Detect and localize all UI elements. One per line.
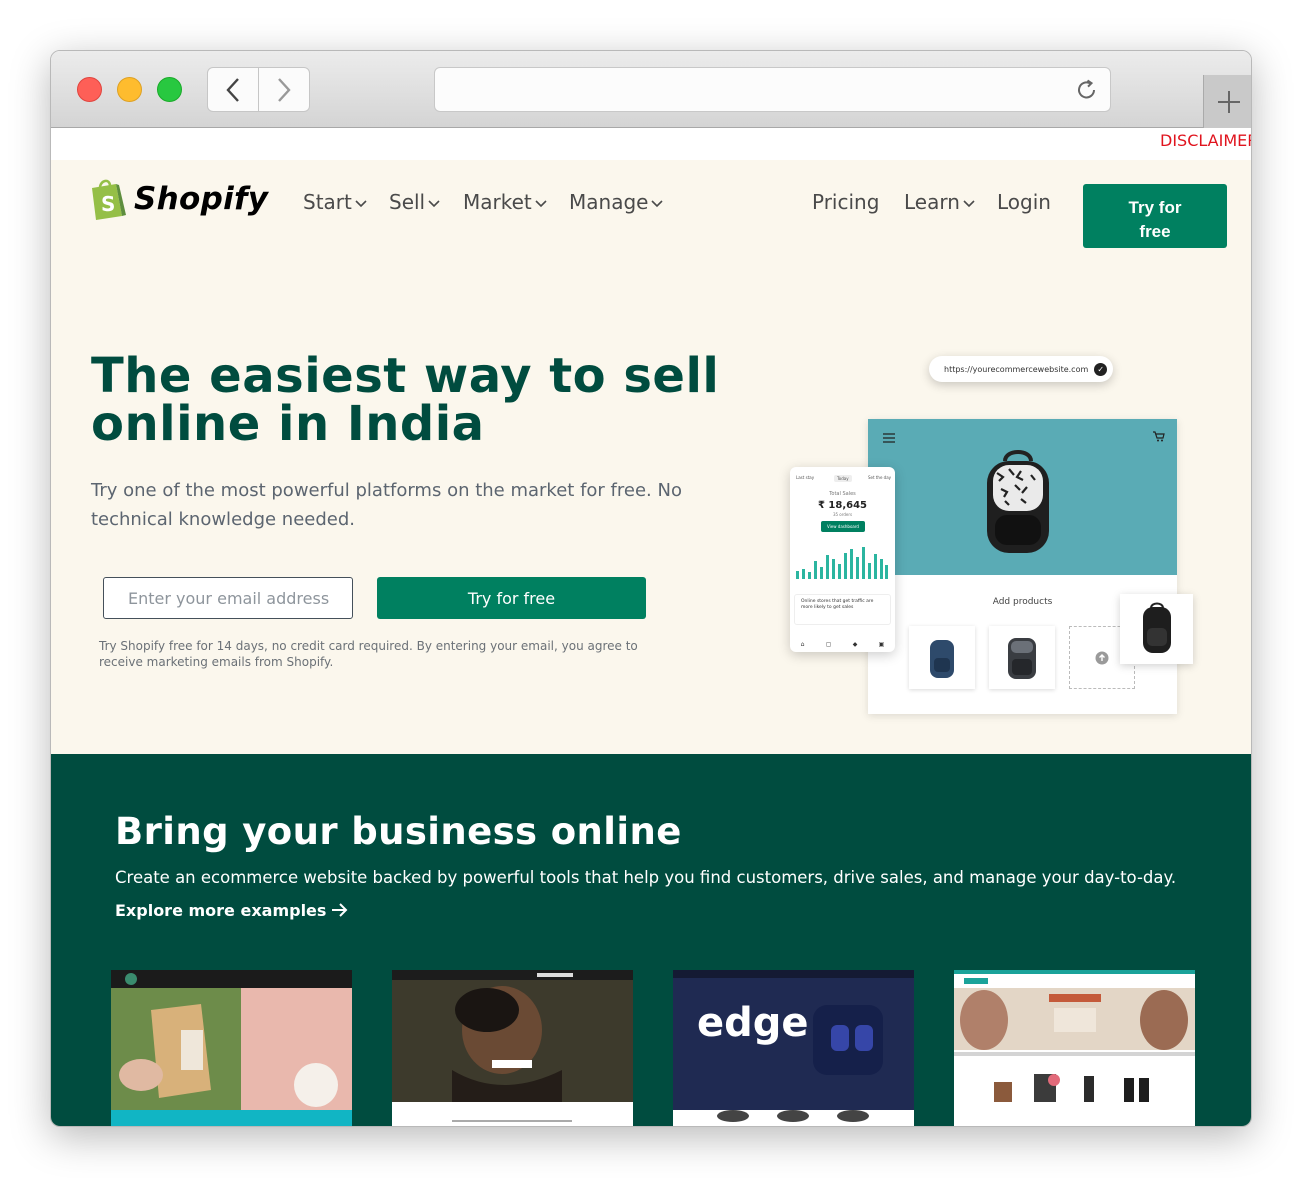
store-mockup-banner xyxy=(868,419,1177,575)
explore-examples-link[interactable]: Explore more examples xyxy=(115,901,348,920)
tag-icon: ◆ xyxy=(852,641,858,648)
store-screenshot-image: edge xyxy=(673,970,914,1126)
edge-brand-text: edge xyxy=(697,1000,809,1046)
chevron-down-icon xyxy=(535,200,547,208)
mockup-url-pill: https://yourecommercewebsite.com ✓ xyxy=(929,356,1113,382)
nav-sell-label: Sell xyxy=(389,190,426,214)
backpack-image xyxy=(1142,602,1171,653)
cart-icon xyxy=(1153,431,1165,442)
product-thumb-1 xyxy=(909,626,975,689)
mockup-url: https://yourecommercewebsite.com xyxy=(944,364,1089,374)
store-mockup: Add products xyxy=(868,419,1177,714)
nav-manage[interactable]: Manage xyxy=(569,190,664,214)
store-screenshot-image xyxy=(954,970,1195,1126)
email-input[interactable] xyxy=(103,577,353,619)
address-bar[interactable] xyxy=(434,67,1111,112)
shopify-logo[interactable]: S Shopify xyxy=(88,178,268,220)
shopping-bag-icon: S xyxy=(92,179,126,220)
menu-icon xyxy=(883,433,895,443)
nav-market-label: Market xyxy=(463,190,532,214)
chevron-down-icon xyxy=(428,200,440,208)
phone-dashboard-mockup: Last stay Today Set the day Total Sales … xyxy=(790,467,895,652)
svg-text:S: S xyxy=(101,192,115,216)
browser-titlebar xyxy=(51,51,1251,128)
nav-pricing-label: Pricing xyxy=(812,190,880,214)
nav-learn[interactable]: Learn xyxy=(904,190,975,214)
phone-dashboard-button: View dashboard xyxy=(821,521,865,532)
try-for-free-button[interactable]: Try for free xyxy=(377,577,646,619)
nav-pricing[interactable]: Pricing xyxy=(812,190,879,214)
phone-notification: Online stores that get traffic are more … xyxy=(794,594,891,625)
maximize-window-button[interactable] xyxy=(157,77,182,102)
store-screenshot-image xyxy=(111,970,352,1126)
arrow-right-icon xyxy=(332,903,348,917)
floating-product-card xyxy=(1120,594,1193,664)
browser-window: DISCLAIMER S Shopify Start Sell Market M… xyxy=(50,50,1252,1127)
phone-tab-left: Last stay xyxy=(796,475,815,480)
phone-orders: 35 orders xyxy=(832,512,853,517)
logo-text: Shopify xyxy=(134,181,269,217)
phone-tab-right: Set the day xyxy=(868,475,892,480)
chevron-down-icon xyxy=(963,200,975,208)
close-window-button[interactable] xyxy=(77,77,102,102)
nav-learn-label: Learn xyxy=(904,190,960,214)
check-icon: ✓ xyxy=(1094,362,1108,376)
example-store-4[interactable] xyxy=(954,970,1195,1126)
sales-bar-chart-image xyxy=(796,547,888,579)
cta-line-2: free xyxy=(1139,222,1171,241)
example-store-edge[interactable]: edge xyxy=(673,970,914,1126)
reload-icon[interactable] xyxy=(1074,77,1100,103)
upload-icon xyxy=(1095,651,1109,664)
site-header: S Shopify Start Sell Market Manage Prici… xyxy=(51,160,1251,270)
home-icon: ⌂ xyxy=(800,641,805,648)
back-button[interactable] xyxy=(207,67,259,112)
store-icon: ▣ xyxy=(878,641,885,648)
cta-line-1: Try for xyxy=(1128,198,1182,217)
phone-tab-today: Today xyxy=(834,475,852,482)
nav-start[interactable]: Start xyxy=(303,190,367,214)
nav-market[interactable]: Market xyxy=(463,190,547,214)
hero-subtitle: Try one of the most powerful platforms o… xyxy=(91,480,682,530)
phone-sales-amount: ₹ 18,645 xyxy=(817,500,868,511)
backpack-image xyxy=(1008,637,1036,679)
section-subtitle: Create an ecommerce website backed by po… xyxy=(115,868,1177,887)
plus-icon xyxy=(1217,90,1240,113)
fine-print: Try Shopify free for 14 days, no credit … xyxy=(99,639,638,669)
phone-bottom-nav: ⌂ ▢ ◆ ▣ xyxy=(790,637,895,652)
chevron-down-icon xyxy=(355,200,367,208)
page-content: S Shopify Start Sell Market Manage Prici… xyxy=(51,160,1251,1126)
store-screenshot-image xyxy=(392,970,633,1126)
example-store-1[interactable] xyxy=(111,970,352,1126)
example-store-2[interactable] xyxy=(392,970,633,1126)
orders-icon: ▢ xyxy=(825,641,832,648)
backpack-image xyxy=(930,639,954,678)
chevron-right-icon xyxy=(278,77,291,102)
forward-button[interactable] xyxy=(258,67,310,112)
phone-sales-label: Total Sales xyxy=(829,491,856,497)
nav-login[interactable]: Login xyxy=(997,190,1051,214)
disclaimer-text: DISCLAIMER xyxy=(1160,131,1252,150)
section-title: Bring your business online xyxy=(115,810,682,853)
nav-start-label: Start xyxy=(303,190,352,214)
nav-sell[interactable]: Sell xyxy=(389,190,440,214)
minimize-window-button[interactable] xyxy=(117,77,142,102)
chevron-left-icon xyxy=(226,77,239,102)
new-tab-button[interactable] xyxy=(1203,75,1251,128)
bring-business-online-section: Bring your business online Create an eco… xyxy=(51,754,1251,1126)
nav-manage-label: Manage xyxy=(569,190,649,214)
hero-title: The easiest way to sell online in India xyxy=(91,348,720,452)
chevron-down-icon xyxy=(651,200,664,208)
nav-login-label: Login xyxy=(997,190,1051,214)
product-thumb-2 xyxy=(989,626,1055,689)
try-for-free-header-button[interactable]: Try for free xyxy=(1083,184,1227,248)
disclaimer-bar: DISCLAIMER xyxy=(51,128,1252,160)
explore-examples-label: Explore more examples xyxy=(115,901,327,920)
backpack-image xyxy=(987,450,1049,553)
